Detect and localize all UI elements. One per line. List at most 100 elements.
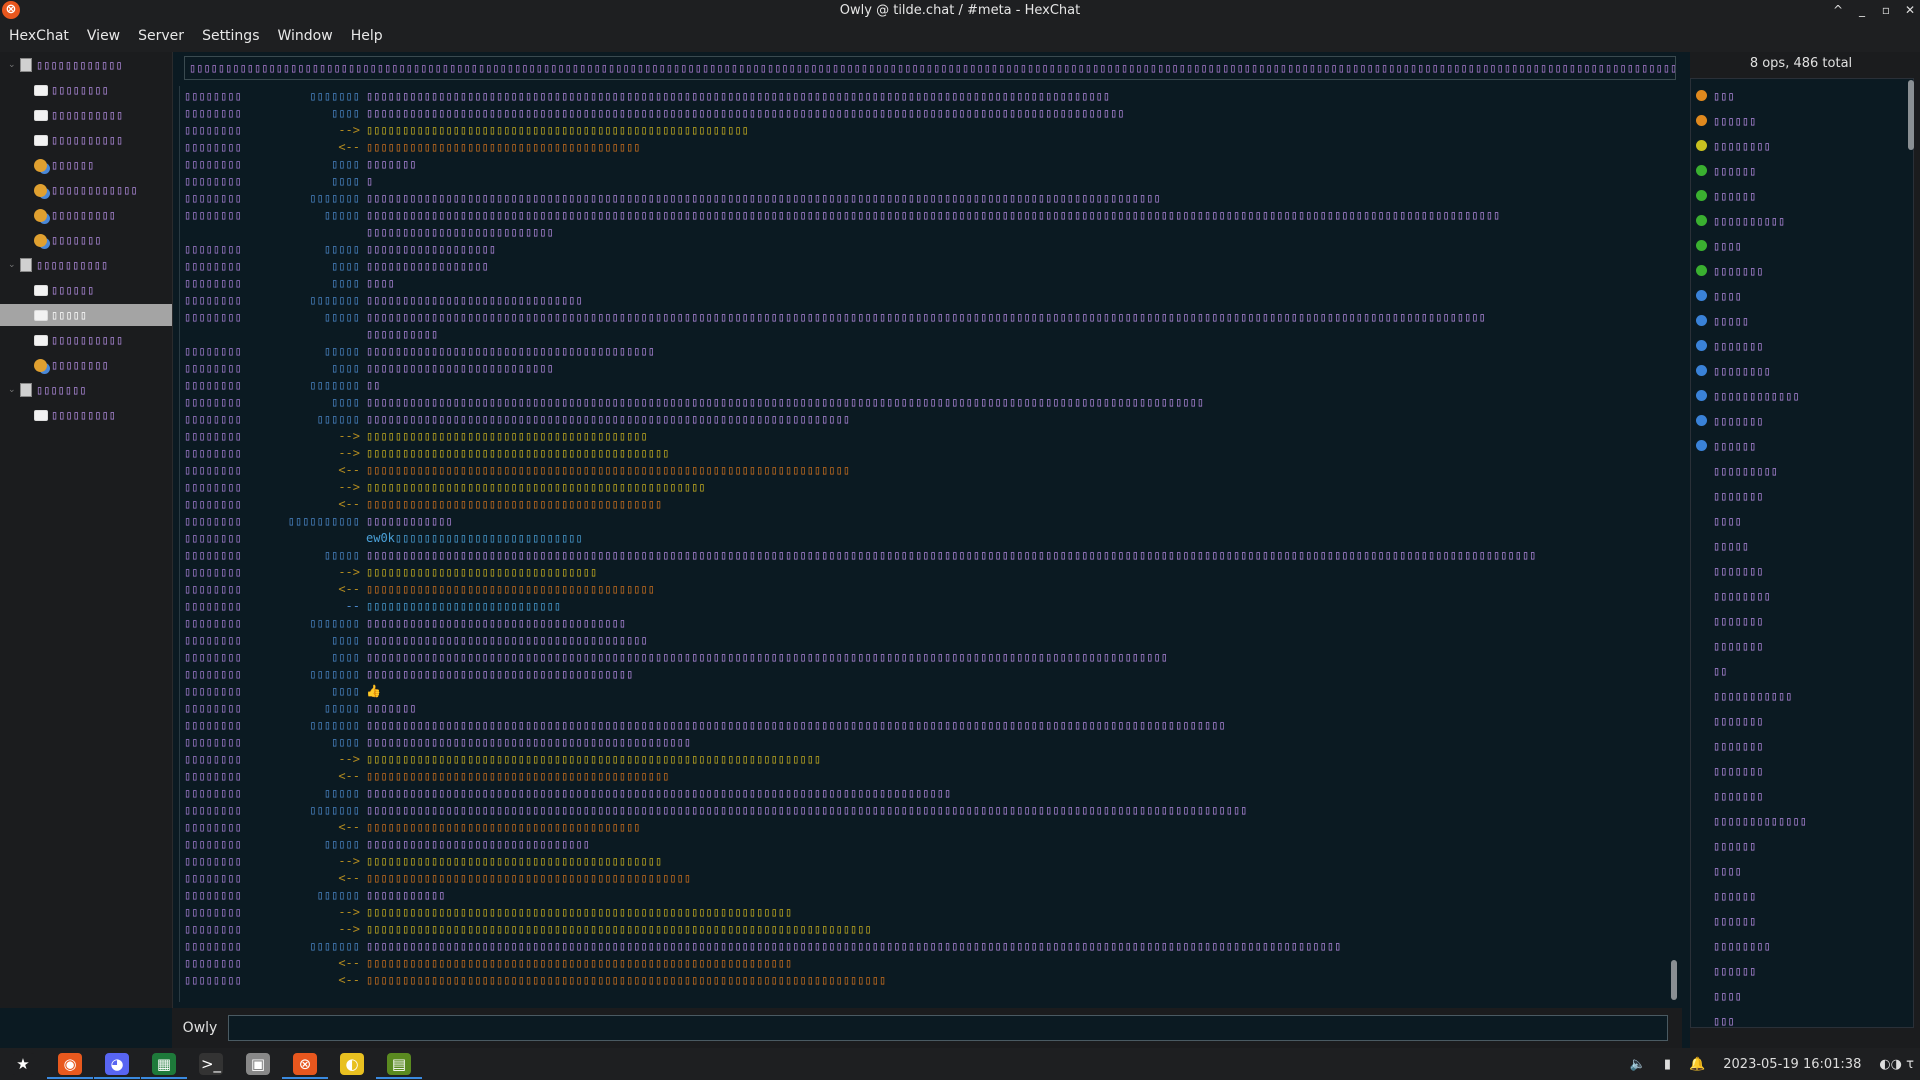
minimize-icon[interactable]: _: [1856, 3, 1868, 17]
nick[interactable]: ▯▯▯▯: [331, 649, 360, 666]
topic-bar[interactable]: ▯▯▯▯▯▯▯▯▯▯▯▯▯▯▯▯▯▯▯▯▯▯▯▯▯▯▯▯▯▯▯▯▯▯▯▯▯▯▯▯…: [184, 56, 1676, 80]
nick[interactable]: ▯▯▯▯▯: [324, 785, 360, 802]
tree-item[interactable]: ▯▯▯▯▯: [0, 304, 172, 326]
user-entry[interactable]: ▯▯▯▯▯: [1691, 533, 1901, 558]
menu-server[interactable]: Server: [129, 28, 193, 44]
nick[interactable]: ▯▯▯▯▯: [324, 241, 360, 258]
user-entry[interactable]: ▯▯▯▯▯▯▯: [1691, 558, 1901, 583]
nick[interactable]: ▯▯▯▯▯: [324, 547, 360, 564]
user-entry[interactable]: ▯▯▯▯▯▯▯▯: [1691, 583, 1901, 608]
nick[interactable]: ▯▯▯▯: [331, 632, 360, 649]
tree-item[interactable]: ▯▯▯▯▯▯▯▯▯: [0, 404, 172, 426]
user-entry[interactable]: ▯▯▯▯: [1691, 508, 1901, 533]
hexchat-icon[interactable]: ⊗: [293, 1053, 317, 1075]
nick[interactable]: ▯▯▯▯▯: [324, 309, 360, 326]
user-entry[interactable]: ▯▯▯▯▯▯▯▯▯▯▯▯▯: [1691, 808, 1901, 833]
nick[interactable]: ▯▯▯▯▯▯▯: [309, 802, 360, 819]
nick[interactable]: <--: [338, 581, 360, 598]
nick[interactable]: ▯▯▯▯: [331, 394, 360, 411]
nick[interactable]: <--: [338, 768, 360, 785]
terminal-icon[interactable]: >_: [199, 1053, 223, 1075]
menu-window[interactable]: Window: [268, 28, 341, 44]
nick[interactable]: <--: [338, 819, 360, 836]
maximize-up-icon[interactable]: ^: [1832, 3, 1844, 17]
message-input[interactable]: [228, 1015, 1668, 1041]
nick[interactable]: ▯▯▯▯▯▯▯: [309, 717, 360, 734]
spreadsheet-icon[interactable]: ▦: [152, 1053, 176, 1075]
tree-item[interactable]: ▯▯▯▯▯▯▯▯▯: [0, 204, 172, 226]
nick[interactable]: -->: [338, 428, 360, 445]
nick[interactable]: ▯▯▯▯▯▯: [317, 411, 360, 428]
tree-item[interactable]: ▯▯▯▯▯▯▯▯▯▯: [0, 329, 172, 351]
nick[interactable]: ▯▯▯▯▯▯▯: [309, 292, 360, 309]
nick[interactable]: ▯▯▯▯▯▯▯: [309, 88, 360, 105]
nick[interactable]: <--: [338, 496, 360, 513]
user-entry[interactable]: ▯▯▯▯: [1691, 858, 1901, 883]
tree-item[interactable]: ▯▯▯▯▯▯▯▯▯▯▯▯: [0, 179, 172, 201]
user-entry[interactable]: ▯▯▯▯: [1691, 233, 1901, 258]
user-entry[interactable]: ▯▯▯▯: [1691, 983, 1901, 1008]
chat-scrollbar[interactable]: [1670, 84, 1678, 1002]
nick[interactable]: -->: [338, 751, 360, 768]
expand-toggle-icon[interactable]: ⌄: [8, 60, 18, 70]
nick[interactable]: <--: [338, 955, 360, 972]
nick[interactable]: ▯▯▯▯▯: [324, 207, 360, 224]
user-entry[interactable]: ▯▯▯▯▯▯▯: [1691, 758, 1901, 783]
nick-button[interactable]: Owly: [172, 1020, 228, 1036]
user-entry[interactable]: ▯▯▯▯▯: [1691, 308, 1901, 333]
nick[interactable]: ▯▯▯▯: [331, 258, 360, 275]
palette-icon[interactable]: ◐: [340, 1053, 364, 1075]
discord-icon[interactable]: ◕: [105, 1053, 129, 1075]
nick[interactable]: -->: [338, 479, 360, 496]
battery-icon[interactable]: ▮: [1664, 1057, 1671, 1072]
user-entry[interactable]: ▯▯▯▯▯▯: [1691, 908, 1901, 933]
user-entry[interactable]: ▯▯▯▯▯▯▯▯▯▯: [1691, 208, 1901, 233]
nick[interactable]: <--: [338, 972, 360, 989]
tree-item[interactable]: ⌄ ▯▯▯▯▯▯▯▯▯▯: [0, 254, 172, 276]
user-entry[interactable]: ▯▯▯▯▯▯▯▯: [1691, 358, 1901, 383]
nick[interactable]: -->: [338, 921, 360, 938]
nick[interactable]: ▯▯▯▯: [331, 734, 360, 751]
nick[interactable]: <--: [338, 462, 360, 479]
nick[interactable]: ▯▯▯▯▯: [324, 343, 360, 360]
nick[interactable]: -->: [338, 445, 360, 462]
nick[interactable]: ▯▯▯▯▯▯▯: [309, 938, 360, 955]
tree-item[interactable]: ▯▯▯▯▯▯: [0, 154, 172, 176]
user-entry[interactable]: ▯▯▯▯: [1691, 283, 1901, 308]
tree-item[interactable]: ▯▯▯▯▯▯▯: [0, 229, 172, 251]
user-entry[interactable]: ▯▯▯▯▯▯▯: [1691, 408, 1901, 433]
user-entry[interactable]: ▯▯▯▯▯▯: [1691, 183, 1901, 208]
user-entry[interactable]: ▯▯▯: [1691, 83, 1901, 108]
tree-item[interactable]: ▯▯▯▯▯▯: [0, 279, 172, 301]
nick[interactable]: ▯▯▯▯▯▯▯: [309, 615, 360, 632]
expand-toggle-icon[interactable]: ⌄: [8, 260, 18, 270]
user-entry[interactable]: ▯▯▯▯▯▯▯: [1691, 333, 1901, 358]
user-entry[interactable]: ▯▯▯▯▯▯▯: [1691, 483, 1901, 508]
menu-view[interactable]: View: [78, 28, 129, 44]
nick[interactable]: <--: [338, 870, 360, 887]
nick[interactable]: ▯▯▯▯▯: [324, 700, 360, 717]
user-entry[interactable]: ▯▯▯▯▯▯: [1691, 158, 1901, 183]
nick[interactable]: <--: [338, 139, 360, 156]
nick[interactable]: -->: [338, 122, 360, 139]
close-icon[interactable]: ✕: [1904, 3, 1916, 17]
firefox-icon[interactable]: ◉: [58, 1053, 82, 1075]
user-entry[interactable]: ▯▯▯▯▯▯: [1691, 433, 1901, 458]
tree-item[interactable]: ▯▯▯▯▯▯▯▯▯▯: [0, 104, 172, 126]
monitor-icon[interactable]: ▤: [387, 1053, 411, 1075]
user-entry[interactable]: ▯▯: [1691, 658, 1901, 683]
menu-star-icon[interactable]: ★: [11, 1053, 35, 1075]
menu-help[interactable]: Help: [342, 28, 392, 44]
user-entry[interactable]: ▯▯▯▯▯▯: [1691, 833, 1901, 858]
user-entry[interactable]: ▯▯▯▯▯▯: [1691, 108, 1901, 133]
nick[interactable]: ▯▯▯▯: [331, 360, 360, 377]
user-entry[interactable]: ▯▯▯▯▯▯▯▯▯▯▯: [1691, 683, 1901, 708]
files-icon[interactable]: ▣: [246, 1053, 270, 1075]
tree-item[interactable]: ▯▯▯▯▯▯▯▯: [0, 354, 172, 376]
nick[interactable]: ▯▯▯▯: [331, 105, 360, 122]
user-entry[interactable]: ▯▯▯▯▯▯▯▯: [1691, 933, 1901, 958]
nick[interactable]: ▯▯▯▯: [331, 683, 360, 700]
clock[interactable]: 2023-05-19 16:01:38: [1723, 1057, 1861, 1072]
tree-item[interactable]: ▯▯▯▯▯▯▯▯▯▯: [0, 129, 172, 151]
user-entry[interactable]: ▯▯▯▯▯▯: [1691, 958, 1901, 983]
